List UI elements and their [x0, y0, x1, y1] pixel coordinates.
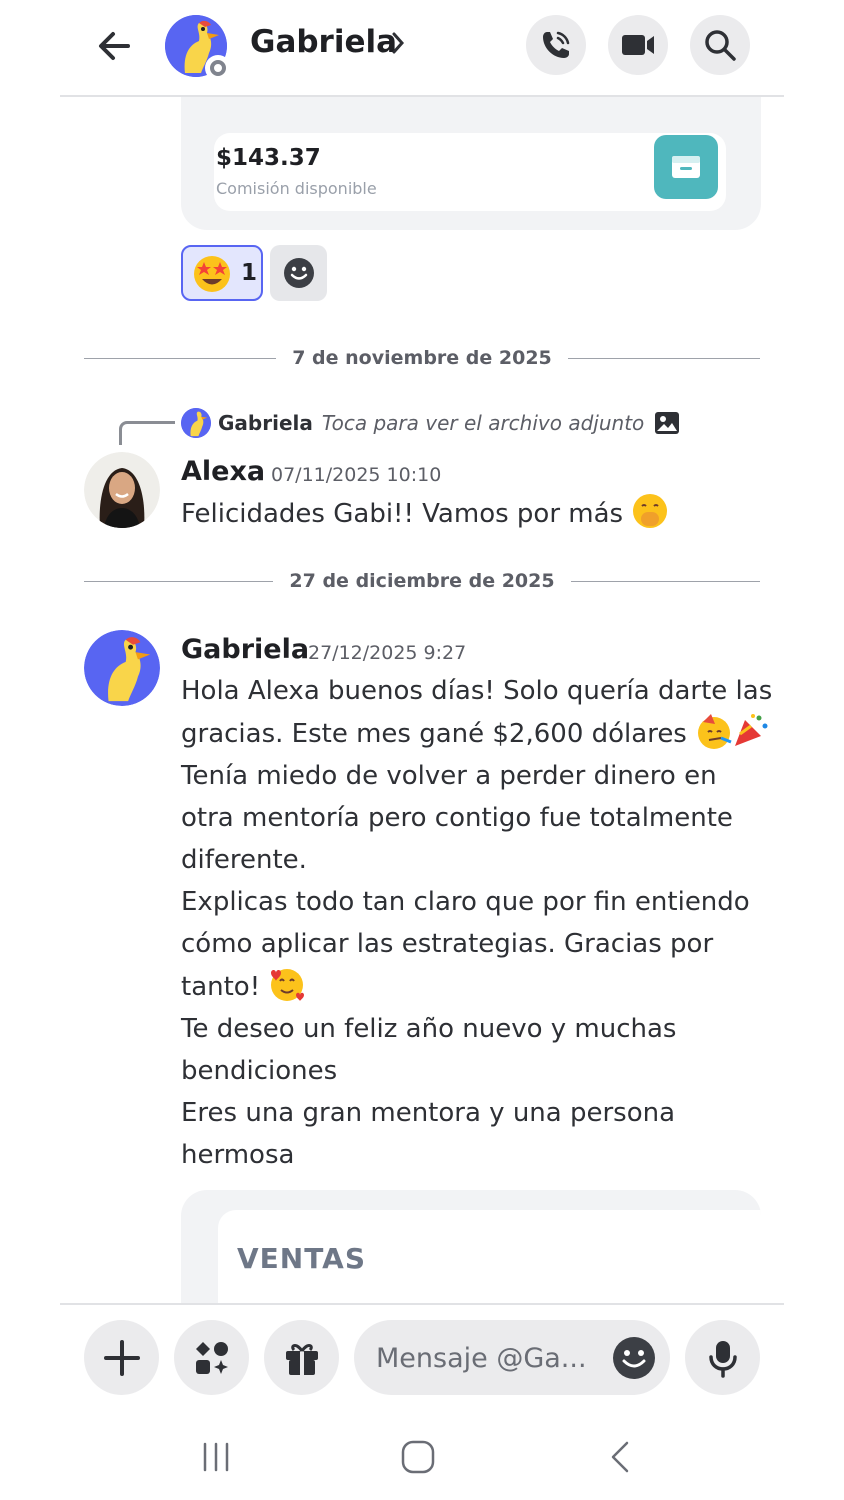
message-line: bendiciones [181, 1056, 338, 1086]
back-icon [611, 1441, 629, 1473]
message-line: diferente. [181, 845, 307, 875]
add-reaction-button[interactable] [270, 245, 327, 301]
date-divider-label: 7 de noviembre de 2025 [292, 347, 552, 369]
reply-text: Toca para ver el archivo adjunto [321, 411, 645, 435]
message-line: Te deseo un feliz año nuevo y muchas [181, 1014, 677, 1044]
reaction-count: 1 [241, 260, 258, 286]
date-divider-label: 27 de diciembre de 2025 [289, 570, 555, 592]
apps-button[interactable] [174, 1320, 249, 1395]
commission-label: Comisión disponible [216, 179, 377, 198]
contact-avatar[interactable] [165, 15, 231, 81]
composer-divider [60, 1303, 784, 1305]
message-line: cómo aplicar las estrategias. Gracias po… [181, 929, 714, 959]
message-author[interactable]: Gabriela [181, 634, 309, 665]
attach-button[interactable] [84, 1320, 159, 1395]
star-struck-emoji-icon [194, 256, 230, 292]
recent-apps-icon [203, 1442, 229, 1472]
arrow-left-icon [99, 32, 130, 60]
reaction-star-struck[interactable]: 1 [181, 245, 263, 301]
plus-icon [103, 1339, 140, 1376]
message-line: Felicidades Gabi!! Vamos por más [181, 499, 624, 529]
message-line: tanto! [181, 972, 261, 1002]
avatar-gabriela[interactable] [84, 630, 160, 706]
ventas-embed[interactable]: VENTAS [181, 1190, 761, 1304]
reply-avatar [181, 408, 211, 438]
emoji-icon[interactable] [612, 1336, 656, 1380]
ventas-title: VENTAS [237, 1242, 366, 1275]
message-body: Felicidades Gabi!! Vamos por más [181, 492, 668, 535]
commission-amount: $143.37 [216, 145, 321, 171]
chevron-right-icon[interactable] [388, 28, 408, 58]
microphone-icon [708, 1340, 737, 1378]
message-timestamp: 07/11/2025 10:10 [271, 464, 442, 486]
date-divider: 7 de noviembre de 2025 [84, 343, 760, 373]
back-button[interactable] [90, 22, 138, 70]
reply-connector [119, 421, 175, 445]
image-icon [655, 412, 680, 434]
voice-message-button[interactable] [685, 1320, 760, 1395]
recent-apps-button[interactable] [186, 1430, 246, 1484]
avatar-alexa[interactable] [84, 452, 160, 528]
apps-icon [195, 1341, 228, 1374]
message-body: Hola Alexa buenos días! Solo quería dart… [181, 670, 772, 1176]
contact-name[interactable]: Gabriela [250, 24, 397, 60]
smiling-face-with-hearts-emoji-icon [268, 965, 305, 1001]
wallet-icon [672, 156, 700, 178]
voice-call-button[interactable] [526, 15, 586, 75]
search-icon [705, 30, 736, 61]
gift-button[interactable] [264, 1320, 339, 1395]
wallet-button [654, 135, 718, 199]
message-line: gracias. Este mes gané $2,600 dólares [181, 719, 687, 749]
reply-reference[interactable]: Gabriela Toca para ver el archivo adjunt… [181, 407, 680, 439]
message-line: Hola Alexa buenos días! Solo quería dart… [181, 676, 773, 706]
message-line: Tenía miedo de volver a perder dinero en [181, 761, 717, 791]
gift-icon [285, 1343, 318, 1375]
message-line: otra mentoría pero contigo fue totalment… [181, 803, 733, 833]
message-author[interactable]: Alexa [181, 456, 265, 487]
message-line: Explicas todo tan claro que por fin enti… [181, 887, 750, 917]
status-offline-badge [205, 55, 231, 81]
chat-header: Gabriela [0, 0, 844, 96]
phone-call-icon [543, 31, 570, 58]
date-divider: 27 de diciembre de 2025 [84, 566, 760, 596]
message-input[interactable] [376, 1338, 596, 1378]
search-button[interactable] [690, 15, 750, 75]
system-back-button[interactable] [590, 1430, 650, 1484]
home-button[interactable] [388, 1430, 448, 1484]
commission-card: $143.37 Comisión disponible [214, 133, 726, 211]
message-line: Eres una gran mentora y una persona [181, 1098, 676, 1128]
commission-embed[interactable]: $143.37 Comisión disponible [181, 97, 761, 230]
video-camera-icon [622, 35, 654, 55]
hand-over-mouth-emoji-icon [631, 492, 668, 528]
home-icon [401, 1440, 435, 1474]
partying-face-emoji-icon [695, 712, 732, 749]
message-composer[interactable] [354, 1320, 670, 1395]
video-call-button[interactable] [608, 15, 668, 75]
message-timestamp: 27/12/2025 9:27 [308, 642, 467, 664]
reply-author: Gabriela [218, 411, 313, 435]
message-line: hermosa [181, 1140, 295, 1170]
add-reaction-icon [283, 258, 314, 288]
party-popper-emoji-icon [731, 712, 768, 748]
